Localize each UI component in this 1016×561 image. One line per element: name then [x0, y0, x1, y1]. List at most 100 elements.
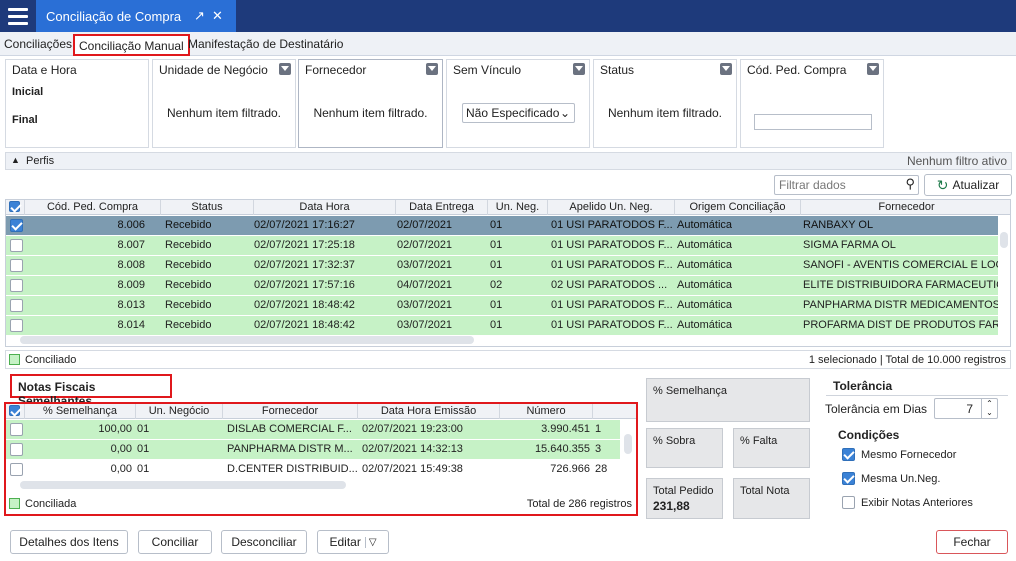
header-col[interactable]: Apelido Un. Neg.	[548, 200, 675, 215]
cell-origem: Automática	[677, 239, 733, 251]
cell-fornecedor: PROFARMA DIST DE PRODUTOS FARM	[803, 319, 998, 331]
filter-icon[interactable]	[573, 63, 585, 75]
search-input[interactable]: Filtrar dados ⚲	[774, 175, 919, 195]
row-checkbox[interactable]	[10, 279, 23, 292]
header-col[interactable]: % Semelhança	[25, 404, 136, 419]
expand-icon[interactable]: ▲	[11, 155, 20, 165]
close-icon[interactable]: ✕	[212, 8, 223, 24]
chevron-down-icon[interactable]: ▽	[364, 536, 377, 548]
table-row[interactable]: 8.014 Recebido 02/07/2021 18:48:42 03/07/20…	[6, 316, 998, 336]
filter-label: Cód. Ped. Compra	[747, 63, 847, 77]
header-col[interactable]: Origem Conciliação	[675, 200, 801, 215]
header-col[interactable]: Data Hora Emissão	[358, 404, 500, 419]
header-col[interactable]: Cód. Ped. Compra	[25, 200, 161, 215]
editar-button[interactable]: Editar ▽	[317, 530, 389, 554]
checkbox[interactable]	[842, 472, 855, 485]
table-row[interactable]: 8.009 Recebido 02/07/2021 17:57:16 04/07/20…	[6, 276, 998, 296]
stepper-value: 7	[966, 402, 973, 416]
filter-status[interactable]: Status Nenhum item filtrado.	[593, 59, 737, 148]
tab-conciliacao-manual[interactable]: Conciliação Manual	[73, 34, 190, 56]
row-checkbox[interactable]	[10, 259, 23, 272]
menu-icon[interactable]	[0, 0, 36, 32]
checkbox[interactable]	[842, 496, 855, 509]
undock-icon[interactable]: ↗	[194, 8, 205, 24]
refresh-button[interactable]: ↻ Atualizar	[924, 174, 1012, 196]
header-col[interactable]: Un. Neg.	[488, 200, 548, 215]
table-row[interactable]: 8.013 Recebido 02/07/2021 18:48:42 03/07/20…	[6, 296, 998, 316]
table-row[interactable]: 8.006 Recebido 02/07/2021 17:16:27 02/07/20…	[6, 216, 998, 236]
search-icon[interactable]: ⚲	[905, 176, 915, 192]
cell-fornecedor: ELITE DISTRIBUIDORA FARMACEUTIC	[803, 279, 998, 291]
header-select-all[interactable]	[6, 404, 25, 419]
table-row[interactable]: 100,00 01 DISLAB COMERCIAL F... 02/07/2021 …	[6, 420, 620, 440]
conciliar-button[interactable]: Conciliar	[138, 530, 212, 554]
filter-icon[interactable]	[867, 63, 879, 75]
checkbox[interactable]	[9, 201, 20, 212]
filter-icon[interactable]	[426, 63, 438, 75]
cell-apelido: 01 USI PARATODOS F...	[551, 319, 673, 331]
filter-icon[interactable]	[720, 63, 732, 75]
header-select-all[interactable]	[6, 200, 25, 215]
search-placeholder: Filtrar dados	[779, 178, 846, 192]
filter-label: Status	[600, 63, 635, 77]
row-checkbox[interactable]	[10, 239, 23, 252]
fechar-button[interactable]: Fechar	[936, 530, 1008, 554]
vertical-scrollbar[interactable]	[1000, 232, 1008, 248]
table-row[interactable]: 8.007 Recebido 02/07/2021 17:25:18 02/07/20…	[6, 236, 998, 256]
inicial-label: Inicial	[12, 86, 44, 98]
filter-icon[interactable]	[279, 63, 291, 75]
cell-un: 02	[490, 279, 503, 291]
cell-cod: 8.007	[117, 239, 145, 251]
perfis-label: Perfis	[26, 155, 55, 167]
filter-fornecedor[interactable]: Fornecedor Nenhum item filtrado.	[298, 59, 443, 148]
horizontal-scrollbar[interactable]	[20, 336, 474, 344]
orders-grid[interactable]: Cód. Ped. Compra Status Data Hora Data E…	[5, 199, 1011, 347]
filter-label: Fornecedor	[305, 63, 367, 77]
horizontal-scrollbar[interactable]	[20, 481, 346, 489]
row-checkbox[interactable]	[10, 319, 23, 332]
legend-swatch	[9, 498, 20, 509]
header-col[interactable]: Data Entrega	[396, 200, 488, 215]
card-sobra: % Sobra	[646, 428, 723, 468]
checkbox[interactable]	[842, 448, 855, 461]
header-col[interactable]: Data Hora	[254, 200, 396, 215]
header-col[interactable]: Fornecedor	[223, 404, 358, 419]
cell-apelido: 01 USI PARATODOS F...	[551, 259, 673, 271]
table-row[interactable]: 0,00 01 D.CENTER DISTRIBUID... 02/07/2021 1…	[6, 460, 620, 480]
row-checkbox[interactable]	[10, 423, 23, 436]
tab-manifestacao[interactable]: Manifestação de Destinatário	[184, 34, 347, 56]
cod-ped-input[interactable]	[754, 114, 872, 130]
editar-label: Editar	[329, 535, 361, 549]
detalhes-button[interactable]: Detalhes dos Itens	[10, 530, 128, 554]
row-checkbox[interactable]	[10, 299, 23, 312]
checkbox[interactable]	[9, 405, 20, 416]
row-checkbox[interactable]	[10, 443, 23, 456]
cell-fornecedor: SANOFI - AVENTIS COMERCIAL E LOG	[803, 259, 998, 271]
empty-text: Nenhum item filtrado.	[166, 106, 282, 120]
cell-un: 01	[490, 259, 503, 271]
header-col[interactable]: Número	[500, 404, 593, 419]
table-row[interactable]: 0,00 01 PANPHARMA DISTR M... 02/07/2021 14:…	[6, 440, 620, 460]
legend-swatch	[9, 354, 20, 365]
header-col[interactable]: Fornecedor	[801, 200, 1010, 215]
notas-statusbar: Conciliada Total de 286 registros	[6, 494, 636, 514]
card-total-pedido: Total Pedido 231,88	[646, 478, 723, 519]
tab-conciliacoes[interactable]: Conciliações	[0, 34, 76, 56]
header-col[interactable]: Status	[161, 200, 254, 215]
condicoes-title: Condições	[838, 428, 900, 442]
stepper-arrows-icon[interactable]: ⌃ ⌄	[981, 399, 997, 418]
notas-grid[interactable]: % Semelhança Un. Negócio Fornecedor Data…	[6, 404, 636, 492]
sem-vinculo-select[interactable]: Não Especificado ⌄	[462, 103, 575, 123]
cell-origem: Automática	[677, 219, 733, 231]
tolerancia-dias-stepper[interactable]: 7 ⌃ ⌄	[934, 398, 998, 419]
filter-unidade[interactable]: Unidade de Negócio Nenhum item filtrado.	[152, 59, 296, 148]
vertical-scrollbar[interactable]	[624, 434, 632, 454]
window-tab[interactable]: Conciliação de Compra ↗ ✕	[36, 0, 236, 32]
desconciliar-button[interactable]: Desconciliar	[221, 530, 307, 554]
table-row[interactable]: 8.008 Recebido 02/07/2021 17:32:37 03/07/20…	[6, 256, 998, 276]
cell-extra: 28	[595, 463, 608, 475]
row-checkbox[interactable]	[10, 219, 23, 232]
perfis-bar[interactable]: ▲ Perfis Nenhum filtro ativo	[5, 152, 1012, 170]
row-checkbox[interactable]	[10, 463, 23, 476]
header-col[interactable]: Un. Negócio	[136, 404, 223, 419]
